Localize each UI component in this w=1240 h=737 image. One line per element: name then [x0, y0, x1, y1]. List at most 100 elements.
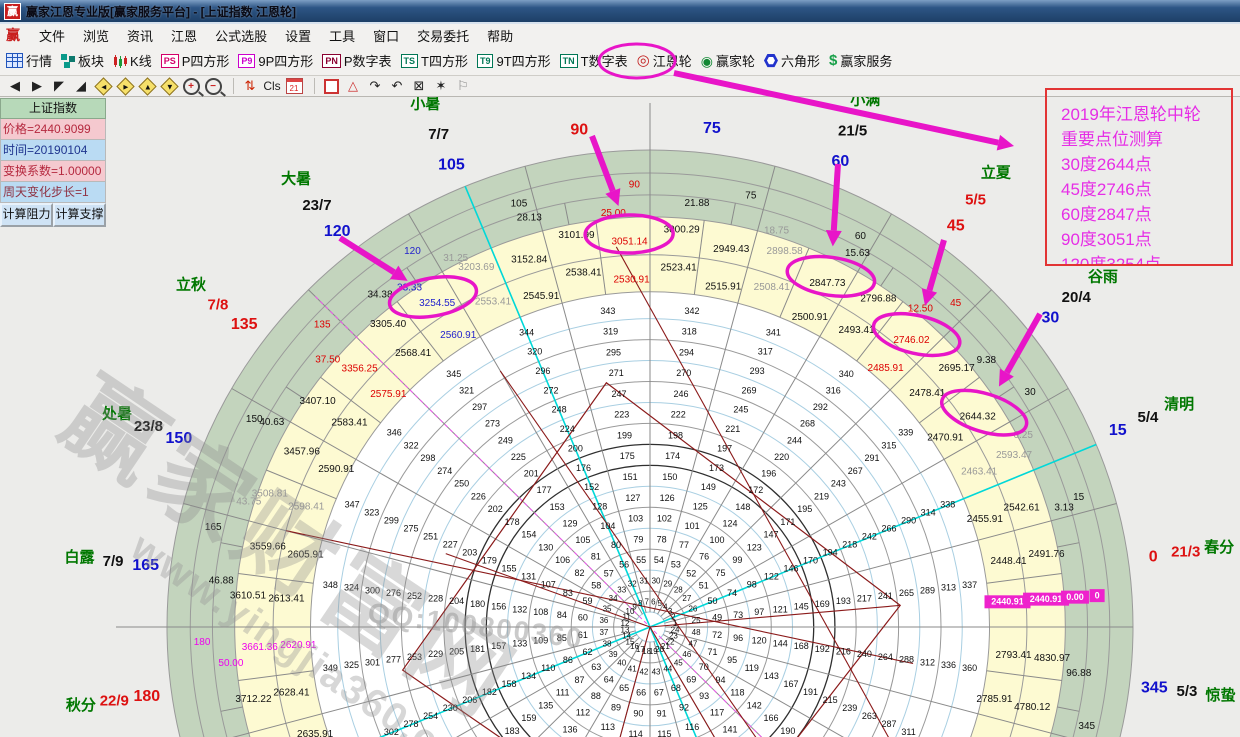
menu-item-设置[interactable]: 设置	[276, 26, 320, 45]
svg-text:345: 345	[1078, 721, 1095, 732]
svg-text:181: 181	[470, 644, 485, 654]
svg-text:190: 190	[780, 726, 795, 736]
svg-text:2485.91: 2485.91	[868, 363, 905, 374]
main-toolbar: 行情板块 K线 PSP四方形 P99P四方形 PNP数字表 TST四方形 T99T四方形 TN…	[0, 46, 1240, 76]
svg-text:192: 192	[815, 644, 830, 654]
menu-item-交易委托[interactable]: 交易委托	[408, 26, 478, 45]
toolbar-button-label: T数字表	[581, 51, 628, 70]
toolbar-button-K线[interactable]: K线	[113, 51, 152, 70]
menu-item-公式选股[interactable]: 公式选股	[206, 26, 276, 45]
svg-text:272: 272	[543, 385, 558, 395]
svg-text:220: 220	[774, 452, 789, 462]
rotate-ccw-button[interactable]: ↶	[388, 78, 406, 95]
svg-text:200: 200	[568, 443, 583, 453]
svg-text:266: 266	[881, 524, 896, 534]
svg-text:276: 276	[386, 588, 401, 598]
menu-item-资讯[interactable]: 资讯	[118, 26, 162, 45]
svg-text:322: 322	[404, 440, 419, 450]
hexagon-icon	[764, 54, 778, 68]
cls-button-button[interactable]: Cls	[263, 78, 281, 95]
calc-resistance-button[interactable]: 计算阻力	[0, 203, 53, 227]
gann-wheel-icon: ◎	[637, 54, 650, 68]
calc-support-button[interactable]: 计算支撑	[53, 203, 106, 227]
svg-text:229: 229	[428, 649, 443, 659]
svg-text:2470.91: 2470.91	[927, 432, 964, 443]
svg-text:253: 253	[407, 652, 422, 662]
svg-text:217: 217	[857, 594, 872, 604]
menu-item-文件[interactable]: 文件	[30, 26, 74, 45]
svg-text:30: 30	[652, 577, 661, 586]
delete-box-button[interactable]: ⊠	[410, 78, 428, 95]
svg-text:52: 52	[686, 568, 696, 578]
pointer-up-icon-button[interactable]: ◤	[50, 78, 68, 95]
toolbar-button-9T四方形[interactable]: T99T四方形	[477, 51, 551, 70]
svg-text:176: 176	[576, 463, 591, 473]
toolbar-button-T四方形[interactable]: TST四方形	[401, 51, 468, 70]
pointer-down-icon-button[interactable]: ◢	[72, 78, 90, 95]
svg-text:323: 323	[364, 508, 379, 518]
svg-text:2628.41: 2628.41	[273, 687, 310, 698]
shift-right-button[interactable]: ►	[116, 78, 134, 95]
svg-text:154: 154	[521, 530, 536, 540]
menu-item-江恩[interactable]: 江恩	[162, 26, 206, 45]
svg-text:60: 60	[855, 231, 867, 242]
zoom-in-button[interactable]: +	[182, 78, 200, 95]
svg-text:惊蛰: 惊蛰	[1205, 686, 1235, 704]
menu-item-帮助[interactable]: 帮助	[478, 26, 522, 45]
svg-text:97: 97	[754, 607, 764, 617]
toolbar-button-赢家服务[interactable]: $赢家服务	[829, 51, 892, 70]
menu-item-窗口[interactable]: 窗口	[364, 26, 408, 45]
rect-tool-button[interactable]	[322, 78, 340, 95]
next-arrow-button[interactable]: ▶	[28, 78, 46, 95]
svg-text:312: 312	[920, 657, 935, 667]
svg-text:342: 342	[685, 306, 700, 316]
svg-text:175: 175	[620, 451, 635, 461]
calendar-button[interactable]: 21	[285, 78, 303, 95]
toolbar-button-T数字表[interactable]: TNT数字表	[560, 51, 628, 70]
svg-text:100: 100	[710, 535, 725, 545]
svg-text:89: 89	[611, 703, 621, 713]
triangle-tool-button[interactable]: △	[344, 78, 362, 95]
svg-text:273: 273	[485, 419, 500, 429]
svg-text:43.75: 43.75	[236, 497, 261, 508]
svg-text:240: 240	[857, 649, 872, 659]
shift-left-button[interactable]: ◄	[94, 78, 112, 95]
toolbar-button-板块[interactable]: 板块	[61, 51, 104, 70]
prev-arrow-button[interactable]: ◀	[6, 78, 24, 95]
toolbar-button-P四方形[interactable]: PSP四方形	[161, 51, 230, 70]
svg-text:301: 301	[365, 657, 380, 667]
svg-text:108: 108	[533, 607, 548, 617]
svg-text:4830.97: 4830.97	[1034, 653, 1071, 664]
svg-text:316: 316	[826, 385, 841, 395]
flag-tool-button[interactable]: ⚐	[454, 78, 472, 95]
svg-text:132: 132	[512, 604, 527, 614]
svg-text:44: 44	[663, 665, 672, 674]
svg-text:61: 61	[578, 630, 588, 640]
toolbar-button-P数字表[interactable]: PNP数字表	[322, 51, 391, 70]
toolbar-button-六角形[interactable]: 六角形	[764, 51, 820, 70]
toolbar-button-9P四方形[interactable]: P99P四方形	[238, 51, 313, 70]
time-axis-button[interactable]: ⇅	[241, 78, 259, 95]
toolbar-button-江恩轮[interactable]: ◎江恩轮	[637, 51, 692, 70]
shift-up-button[interactable]: ▲	[138, 78, 156, 95]
app-icon: 赢	[4, 3, 21, 20]
star-tool-button[interactable]: ✶	[432, 78, 450, 95]
zoom-in-icon: +	[183, 78, 200, 95]
svg-text:3610.51: 3610.51	[230, 590, 267, 601]
toolbar-button-赢家轮[interactable]: ◉赢家轮	[701, 51, 755, 70]
toolbar-button-行情[interactable]: 行情	[6, 51, 52, 70]
svg-text:46: 46	[682, 650, 691, 659]
menu-item-工具[interactable]: 工具	[320, 26, 364, 45]
svg-text:277: 277	[386, 655, 401, 665]
svg-text:245: 245	[733, 405, 748, 415]
zoom-out-button[interactable]: −	[204, 78, 222, 95]
svg-text:183: 183	[505, 726, 520, 736]
svg-text:343: 343	[600, 306, 615, 316]
svg-text:15: 15	[1073, 492, 1085, 503]
svg-text:大暑: 大暑	[281, 170, 311, 188]
svg-text:150: 150	[246, 414, 263, 425]
shift-down-button[interactable]: ▼	[160, 78, 178, 95]
svg-text:7/7: 7/7	[428, 126, 449, 143]
rotate-cw-button[interactable]: ↷	[366, 78, 384, 95]
menu-item-浏览[interactable]: 浏览	[74, 26, 118, 45]
